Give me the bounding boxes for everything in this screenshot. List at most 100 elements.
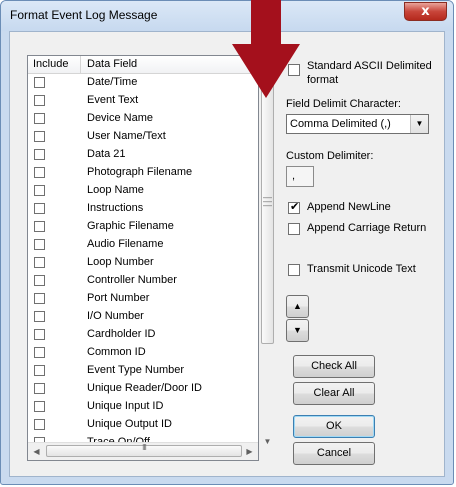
list-item[interactable]: I/O Number: [28, 307, 258, 325]
list-item[interactable]: Device Name: [28, 109, 258, 127]
include-checkbox[interactable]: [34, 113, 45, 124]
list-item[interactable]: Cardholder ID: [28, 325, 258, 343]
list-item[interactable]: Unique Output ID: [28, 415, 258, 433]
data-field-label: Cardholder ID: [87, 328, 156, 340]
data-field-label: User Name/Text: [87, 130, 166, 142]
data-field-label: Device Name: [87, 112, 154, 124]
column-header-data-field[interactable]: Data Field: [87, 58, 137, 70]
list-item[interactable]: Audio Filename: [28, 235, 258, 253]
data-field-label: Date/Time: [87, 76, 138, 88]
cancel-button[interactable]: Cancel: [293, 442, 375, 465]
include-checkbox[interactable]: [34, 131, 45, 142]
data-field-label: Event Text: [87, 94, 139, 106]
include-checkbox[interactable]: [34, 185, 45, 196]
scroll-grip: III: [142, 443, 147, 452]
clear-all-button[interactable]: Clear All: [293, 382, 375, 405]
data-field-label: Audio Filename: [87, 238, 164, 250]
arrow-up-icon: ▲: [293, 301, 302, 311]
data-field-list[interactable]: Include Data Field Date/Time Event Text De…: [27, 55, 259, 461]
append-newline-checkbox[interactable]: ✔: [288, 200, 300, 214]
include-checkbox[interactable]: [34, 95, 45, 106]
custom-delimiter-label: Custom Delimiter:: [286, 150, 374, 162]
data-field-label: Instructions: [87, 202, 144, 214]
include-checkbox[interactable]: [34, 239, 45, 250]
scroll-left-icon[interactable]: ◀: [28, 443, 45, 460]
check-icon: ✔: [290, 200, 300, 213]
data-field-label: Graphic Filename: [87, 220, 174, 232]
dialog-window: Format Event Log Message x Include Data …: [0, 0, 454, 485]
include-checkbox[interactable]: [34, 149, 45, 160]
close-button[interactable]: x: [404, 2, 447, 21]
standard-ascii-label-line2: format: [307, 74, 339, 86]
dialog-client-area: Include Data Field Date/Time Event Text De…: [9, 31, 445, 477]
include-checkbox[interactable]: [34, 347, 45, 358]
list-item[interactable]: Photograph Filename: [28, 163, 258, 181]
column-header-include[interactable]: Include: [33, 58, 68, 70]
list-item[interactable]: Graphic Filename: [28, 217, 258, 235]
include-checkbox[interactable]: [34, 167, 45, 178]
list-item[interactable]: Port Number: [28, 289, 258, 307]
vertical-scrollbar[interactable]: — — — ▼: [260, 48, 275, 449]
transmit-unicode-checkbox[interactable]: [288, 264, 300, 276]
list-item[interactable]: Instructions: [28, 199, 258, 217]
data-field-label: Photograph Filename: [87, 166, 193, 178]
data-field-label: Data 21: [87, 148, 126, 160]
include-checkbox[interactable]: [34, 419, 45, 430]
include-checkbox[interactable]: [34, 257, 45, 268]
include-checkbox[interactable]: [34, 365, 45, 376]
include-checkbox[interactable]: [34, 77, 45, 88]
move-up-button[interactable]: ▲: [286, 295, 309, 318]
check-all-button[interactable]: Check All: [293, 355, 375, 378]
include-checkbox[interactable]: [34, 221, 45, 232]
include-checkbox[interactable]: [34, 383, 45, 394]
list-item[interactable]: Data 21: [28, 145, 258, 163]
append-newline-label: Append NewLine: [307, 201, 391, 213]
field-delimit-select[interactable]: Comma Delimited (,) ▼: [286, 114, 429, 134]
list-item[interactable]: User Name/Text: [28, 127, 258, 145]
include-checkbox[interactable]: [34, 401, 45, 412]
list-item[interactable]: Controller Number: [28, 271, 258, 289]
standard-ascii-checkbox[interactable]: [288, 64, 300, 76]
arrow-down-icon: ▼: [293, 325, 302, 335]
chevron-down-icon[interactable]: ▼: [410, 115, 428, 133]
horizontal-scroll-thumb[interactable]: III: [46, 443, 242, 457]
list-item[interactable]: Loop Number: [28, 253, 258, 271]
include-checkbox[interactable]: [34, 329, 45, 340]
column-divider[interactable]: [256, 56, 257, 73]
column-divider[interactable]: [80, 56, 81, 73]
scroll-grip-icon: — — —: [263, 192, 272, 210]
standard-ascii-label: Standard ASCII Delimited: [307, 60, 432, 72]
scroll-down-icon[interactable]: ▼: [260, 434, 275, 449]
list-item[interactable]: Unique Reader/Door ID: [28, 379, 258, 397]
title-bar[interactable]: Format Event Log Message x: [1, 1, 453, 31]
transmit-unicode-label: Transmit Unicode Text: [307, 263, 416, 275]
include-checkbox[interactable]: [34, 275, 45, 286]
data-field-label: Loop Name: [87, 184, 144, 196]
list-item[interactable]: Date/Time: [28, 73, 258, 91]
ok-button[interactable]: OK: [293, 415, 375, 438]
list-item[interactable]: Event Type Number: [28, 361, 258, 379]
move-down-button[interactable]: ▼: [286, 319, 309, 342]
data-field-label: Controller Number: [87, 274, 177, 286]
close-icon: x: [421, 4, 430, 19]
scroll-right-icon[interactable]: ▶: [241, 443, 258, 460]
append-carriage-return-label: Append Carriage Return: [307, 222, 427, 234]
data-field-label: Port Number: [87, 292, 150, 304]
list-header: Include Data Field: [28, 56, 258, 74]
list-item[interactable]: Loop Name: [28, 181, 258, 199]
append-carriage-return-checkbox[interactable]: [288, 223, 300, 235]
data-field-label: Unique Output ID: [87, 418, 172, 430]
custom-delimiter-value: ,: [292, 170, 296, 182]
vertical-scroll-thumb[interactable]: — — —: [261, 58, 274, 344]
list-item[interactable]: Common ID: [28, 343, 258, 361]
list-item[interactable]: Unique Input ID: [28, 397, 258, 415]
include-checkbox[interactable]: [34, 311, 45, 322]
list-item[interactable]: Event Text: [28, 91, 258, 109]
horizontal-scrollbar[interactable]: ◀ III ▶: [28, 442, 258, 460]
field-delimit-label: Field Delimit Character:: [286, 98, 401, 110]
include-checkbox[interactable]: [34, 293, 45, 304]
include-checkbox[interactable]: [34, 203, 45, 214]
list-rows: Date/Time Event Text Device Name User Name/…: [28, 73, 258, 445]
data-field-label: Unique Reader/Door ID: [87, 382, 202, 394]
custom-delimiter-field[interactable]: ,: [286, 166, 314, 187]
